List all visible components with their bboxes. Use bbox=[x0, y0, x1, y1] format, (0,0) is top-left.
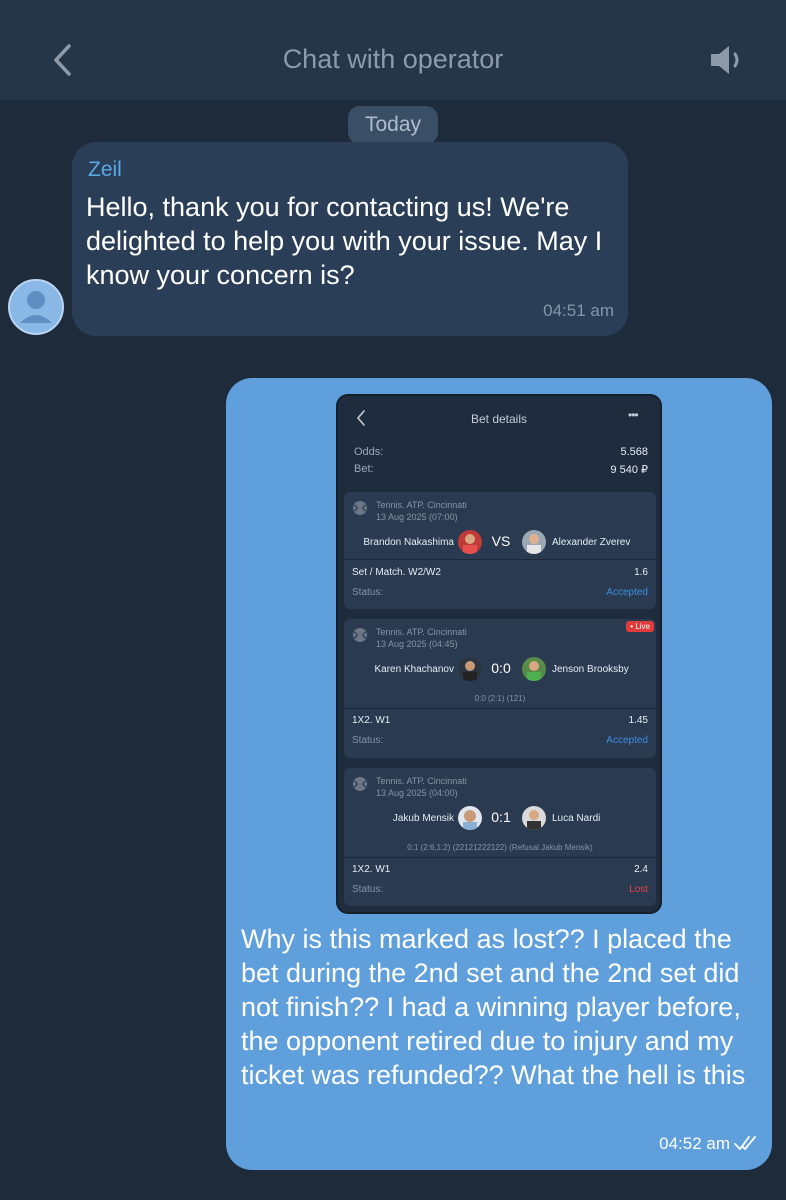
tennis-ball-icon bbox=[353, 501, 367, 515]
team1-name: Karen Khachanov bbox=[374, 664, 454, 675]
league-name: Tennis. ATP. Cincinnati bbox=[376, 776, 467, 786]
player-avatar bbox=[522, 657, 546, 681]
double-check-icon bbox=[734, 1136, 756, 1150]
tennis-ball-icon bbox=[353, 777, 367, 791]
league-name: Tennis. ATP. Cincinnati bbox=[376, 500, 467, 510]
status-value: Lost bbox=[629, 884, 648, 895]
match-score: 0:0 bbox=[491, 660, 511, 676]
score-detail: 0:0 (2:1) (121) bbox=[474, 694, 526, 703]
match-date: 13 Aug 2025 (04:00) bbox=[376, 788, 458, 798]
incoming-message-text: Hello, thank you for contacting us! We'r… bbox=[86, 192, 603, 290]
sound-toggle-button[interactable] bbox=[704, 38, 752, 82]
player-avatar bbox=[458, 530, 482, 554]
team1-name: Jakub Mensik bbox=[392, 813, 454, 824]
attached-screenshot[interactable]: Bet details ••• Odds: 5.568 Bet: 9 540 ₽… bbox=[336, 394, 662, 914]
score-detail: 0:1 (2:6,1:2) (22121222122) (Refusal Jak… bbox=[407, 843, 593, 852]
player-avatar bbox=[458, 806, 482, 830]
screenshot-title: Bet details bbox=[470, 412, 528, 426]
bet-card: • Live Tennis. ATP. Cincinnati 13 Aug 20… bbox=[344, 619, 656, 758]
chat-title: Chat with operator bbox=[282, 44, 504, 74]
match-center: VS bbox=[491, 533, 511, 549]
tennis-ball-icon bbox=[353, 628, 367, 642]
bet-card: Tennis. ATP. Cincinnati 13 Aug 2025 (04:… bbox=[344, 768, 656, 906]
incoming-message-bubble: Zeil Hello, thank you for contacting us!… bbox=[72, 142, 628, 336]
team2-name: Luca Nardi bbox=[552, 813, 601, 824]
match-date: 13 Aug 2025 (04:45) bbox=[376, 639, 458, 649]
status-value: Accepted bbox=[606, 735, 648, 746]
outgoing-message-time: 04:52 am bbox=[659, 1134, 730, 1153]
more-icon: ••• bbox=[628, 408, 639, 422]
market-odd: 1.6 bbox=[634, 567, 648, 578]
incoming-message-time: 04:51 am bbox=[543, 301, 614, 320]
team2-name: Jenson Brooksby bbox=[552, 664, 629, 675]
market-odd: 1.45 bbox=[628, 715, 648, 726]
status-value: Accepted bbox=[606, 587, 648, 598]
sender-name[interactable]: Zeil bbox=[88, 158, 122, 182]
odds-value: 5.568 bbox=[620, 446, 648, 458]
outgoing-message-bubble: Bet details ••• Odds: 5.568 Bet: 9 540 ₽… bbox=[226, 378, 772, 1170]
status-label: Status: bbox=[352, 735, 384, 746]
market-name: 1X2. W1 bbox=[352, 715, 391, 726]
league-name: Tennis. ATP. Cincinnati bbox=[376, 627, 467, 637]
market-odd: 2.4 bbox=[634, 864, 648, 875]
player-avatar bbox=[522, 530, 546, 554]
day-separator: Today bbox=[348, 106, 438, 144]
team2-name: Alexander Zverev bbox=[552, 537, 631, 548]
market-name: 1X2. W1 bbox=[352, 864, 391, 875]
bet-label: Bet: bbox=[354, 463, 374, 475]
team1-name: Brandon Nakashima bbox=[363, 537, 454, 548]
market-name: Set / Match. W2/W2 bbox=[352, 567, 441, 578]
bet-value: 9 540 ₽ bbox=[610, 464, 648, 476]
status-label: Status: bbox=[352, 587, 384, 598]
card-league: Tennis. ATP. Cincinnati 13 Aug 2025 (07:… bbox=[376, 499, 467, 523]
match-date: 13 Aug 2025 (07:00) bbox=[376, 512, 458, 522]
status-label: Status: bbox=[352, 884, 384, 895]
match-score: 0:1 bbox=[491, 809, 511, 825]
user-avatar-icon[interactable] bbox=[8, 279, 64, 335]
card-league: Tennis. ATP. Cincinnati 13 Aug 2025 (04:… bbox=[376, 775, 467, 799]
speaker-icon bbox=[711, 46, 739, 74]
player-avatar bbox=[458, 657, 482, 681]
live-badge: • Live bbox=[626, 621, 654, 632]
odds-label: Odds: bbox=[354, 446, 384, 458]
outgoing-message-text: Why is this marked as lost?? I placed th… bbox=[241, 924, 746, 1090]
player-avatar bbox=[522, 806, 546, 830]
chat-header: Chat with operator bbox=[0, 0, 786, 100]
bet-card: Tennis. ATP. Cincinnati 13 Aug 2025 (07:… bbox=[344, 492, 656, 609]
card-league: Tennis. ATP. Cincinnati 13 Aug 2025 (04:… bbox=[376, 626, 467, 650]
